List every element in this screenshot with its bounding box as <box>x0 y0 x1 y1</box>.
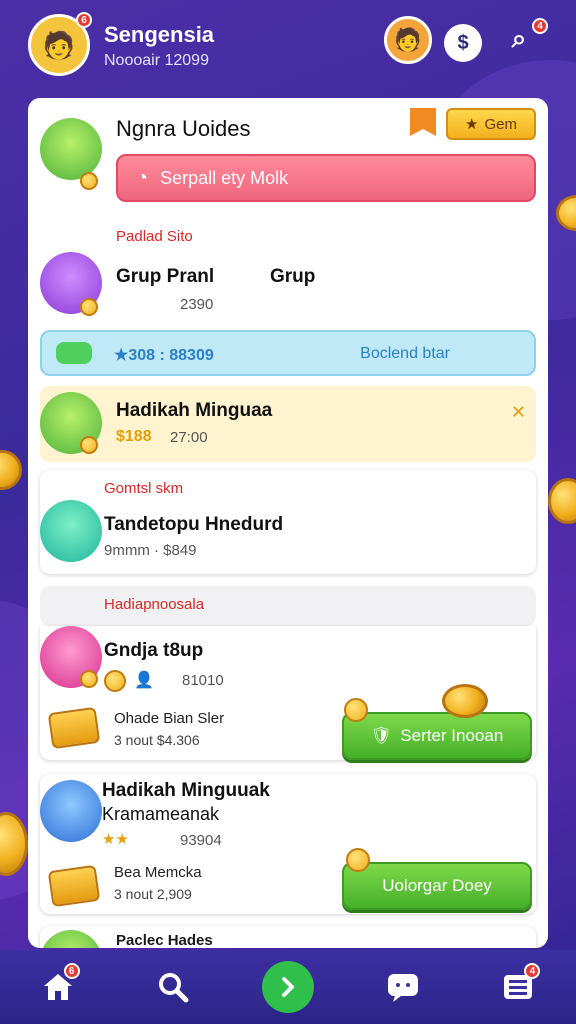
star-rating-icon: ★★ <box>102 831 129 848</box>
shield-icon: 🛡 <box>370 726 393 745</box>
menu-notification-badge: 4 <box>524 963 541 979</box>
section-label: Hadiapnoosala <box>104 596 205 613</box>
chest-icon <box>47 864 101 908</box>
main-panel: Ngnra Uoides ★ Gem ◔ Serpall ety Molk Pa… <box>28 98 548 948</box>
action-button-label: Uolorgar Doey <box>382 876 492 895</box>
play-icon <box>261 961 314 1013</box>
nav-home[interactable]: 6 <box>32 961 84 1013</box>
home-notification-badge: 6 <box>63 963 80 979</box>
player-avatar <box>40 780 102 842</box>
group-subtitle: 2390 <box>180 296 214 313</box>
section-label: Gomtsl skm <box>104 480 184 497</box>
nav-search[interactable] <box>147 961 199 1013</box>
search-icon: ◔ <box>136 166 149 189</box>
action-button[interactable]: 🛡 Serter Inooan <box>342 712 532 760</box>
star-icon: ★ <box>465 116 479 133</box>
person-icon: 👤 <box>134 672 154 689</box>
coin-icon <box>104 670 126 692</box>
player-name: Gndja t8up <box>104 640 204 661</box>
coin-icon <box>80 298 98 316</box>
item-subtitle: 3 nout $4.306 <box>114 732 200 748</box>
coin-icon <box>80 670 98 688</box>
search-icon <box>158 973 189 1003</box>
info-bar[interactable]: ★308 : 88309 Boclend btar <box>40 330 536 376</box>
friend-avatar-icon[interactable]: 🧑 <box>384 16 432 64</box>
item-subtitle: 3 nout 2,909 <box>114 886 192 902</box>
player-subtitle: 93904 <box>180 832 222 849</box>
coin-decoration <box>0 450 22 490</box>
close-icon[interactable]: ✕ <box>511 402 526 423</box>
player-card[interactable]: Paclec Hades <box>40 926 536 948</box>
top-card-title: Ngnra Uoides <box>116 116 251 141</box>
dollar-icon[interactable]: $ <box>444 24 482 62</box>
action-button[interactable]: Uolorgar Doey <box>342 862 532 910</box>
chat-icon <box>388 974 419 1002</box>
nav-menu[interactable]: 4 <box>492 961 544 1013</box>
item-title: Bea Memcka <box>114 864 202 881</box>
player-subtitle: 27:00 <box>170 429 208 446</box>
player-value: $188 <box>116 428 152 445</box>
player-avatar <box>40 500 102 562</box>
highlight-row[interactable]: Hadikah Minguaa $188 27:00 ✕ <box>40 386 536 462</box>
nav-chat[interactable] <box>377 961 429 1013</box>
bottom-nav: 6 4 <box>0 950 576 1024</box>
section-header: Hadiapnoosala <box>40 586 536 626</box>
player-name: Hadikah Minguaa <box>116 400 273 421</box>
chat-bubble-icon <box>56 342 92 364</box>
coin-icon <box>344 698 368 722</box>
item-title: Ohade Bian Sler <box>114 710 225 727</box>
action-button-label: Serter Inooan <box>400 726 504 745</box>
person-icon: 🧑 <box>394 27 422 52</box>
info-left-value: ★308 : 88309 <box>114 347 214 364</box>
user-name: Sengensia <box>104 22 215 47</box>
coin-decoration <box>548 478 576 524</box>
nav-play[interactable] <box>261 961 314 1013</box>
coin-icon <box>80 172 98 190</box>
search-notification-badge: 4 <box>532 18 548 34</box>
player-name: Tandetopu Hnedurd <box>104 514 284 535</box>
coin-icon <box>346 848 370 872</box>
bookmark-icon[interactable] <box>410 108 436 136</box>
section-label: Padlad Sito <box>116 228 193 245</box>
player-card[interactable]: Hadikah Minguuak Kramameanak ★★ 93904 Be… <box>40 774 536 914</box>
header: 🧑 6 Sengensia Noooair 12099 🧑 $ ⌕ 4 <box>0 0 576 92</box>
group-title-secondary: Grup <box>270 266 316 287</box>
user-subtitle: Noooair 12099 <box>104 52 209 69</box>
section-label: Paclec Hades <box>116 932 213 948</box>
chest-icon <box>47 706 101 750</box>
player-card[interactable]: Gomtsl skm Tandetopu Hnedurd 9mmm · $849 <box>40 470 536 574</box>
coin-icon <box>80 436 98 454</box>
gem-button[interactable]: ★ Gem <box>446 108 536 140</box>
player-subtitle: 81010 <box>182 672 224 689</box>
search-text: Serpall ety Molk <box>160 167 289 188</box>
player-avatar <box>40 930 102 948</box>
group-title: Grup Pranl <box>116 266 215 287</box>
player-subtitle: 9mmm · $849 <box>104 542 197 559</box>
avatar-notification-badge: 6 <box>76 12 92 28</box>
info-right-label: Boclend btar <box>360 345 450 362</box>
player-name: Hadikah Minguuak <box>102 780 270 801</box>
search-bar[interactable]: ◔ Serpall ety Molk <box>116 154 536 202</box>
player-name-secondary: Kramameanak <box>102 804 220 824</box>
gem-label: Gem <box>484 115 517 133</box>
coin-decoration <box>442 684 488 718</box>
player-avatar[interactable] <box>40 118 102 180</box>
